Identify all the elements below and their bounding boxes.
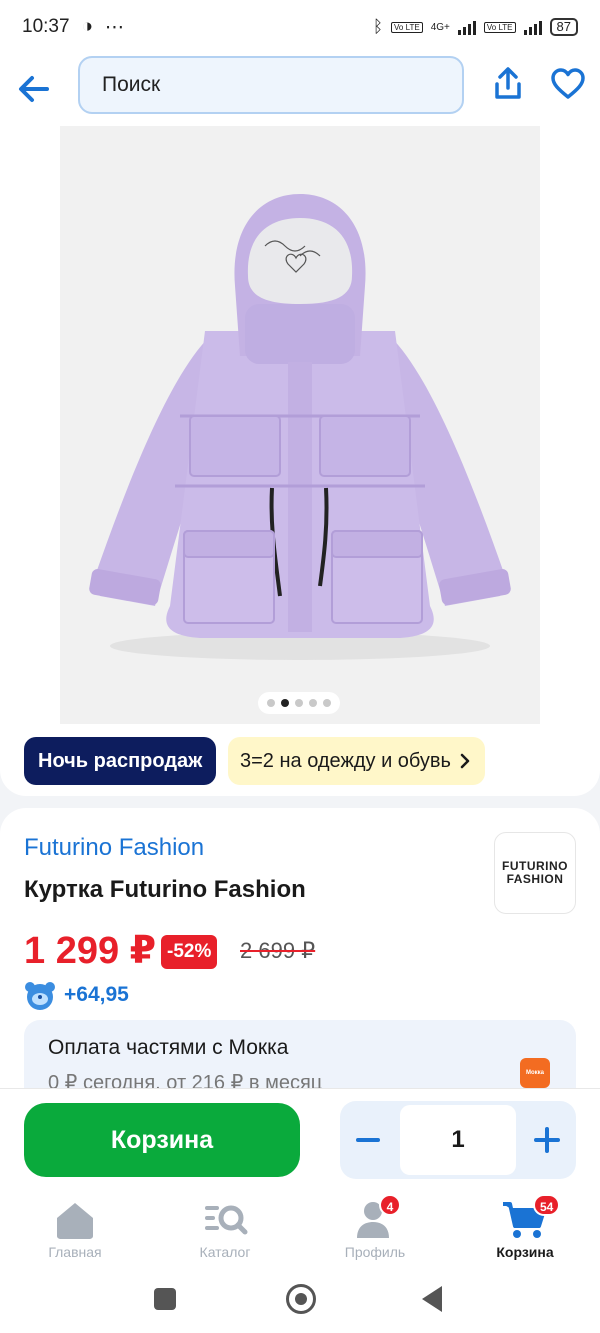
system-navigation-bar: [0, 1270, 600, 1333]
dnd-icon: ◑: [81, 16, 94, 37]
installment-title: Оплата частями с Мокка: [48, 1036, 289, 1059]
back-arrow-icon[interactable]: [14, 69, 54, 109]
quantity-stepper: 1: [340, 1101, 576, 1179]
minus-icon: [356, 1138, 380, 1142]
nav-label-cart: Корзина: [496, 1244, 554, 1260]
add-to-cart-button[interactable]: Корзина: [24, 1103, 300, 1177]
battery-icon: 87: [549, 18, 578, 36]
profile-icon: 4: [351, 1194, 401, 1242]
top-bar: Поиск: [0, 54, 600, 124]
cart-count-badge: 54: [533, 1194, 561, 1216]
old-price: 2 699 ₽: [240, 938, 316, 963]
share-icon[interactable]: [488, 64, 528, 104]
system-back-icon[interactable]: [422, 1286, 442, 1312]
nav-label-profile: Профиль: [344, 1244, 406, 1260]
volte-icon: Vo LTE: [391, 21, 423, 33]
status-time: 10:37: [22, 16, 70, 37]
brand-link[interactable]: Futurino Fashion: [24, 834, 204, 862]
bonus-bear-icon: [24, 980, 56, 1012]
current-price: 1 299 ₽: [24, 930, 157, 972]
mokka-logo-icon: Мокка: [520, 1058, 550, 1088]
gallery-pagination-dots: [258, 692, 340, 714]
brand-logo[interactable]: FUTURINO FASHION: [494, 832, 576, 914]
bluetooth-icon: ᛒ: [372, 17, 384, 36]
bonus-points: +64,95: [64, 983, 129, 1006]
product-title: Куртка Futurino Fashion: [24, 876, 306, 903]
cart-icon: 54: [501, 1194, 561, 1242]
gallery-dot[interactable]: [323, 699, 331, 707]
nav-label-home: Главная: [48, 1244, 102, 1260]
increase-quantity-button[interactable]: [534, 1127, 560, 1153]
plus-icon: [534, 1127, 560, 1153]
brand-logo-line2: FASHION: [506, 872, 564, 886]
decrease-quantity-button[interactable]: [356, 1120, 382, 1160]
product-gallery: Ночь распродаж 3=2 на одежду и обувь: [0, 124, 600, 796]
purchase-action-bar: Корзина 1: [0, 1088, 600, 1190]
gallery-dot[interactable]: [267, 699, 275, 707]
product-info-card: Futurino Fashion Куртка Futurino Fashion…: [0, 808, 600, 1108]
signal-icon-2: [523, 19, 542, 35]
nav-item-cart[interactable]: 54 Корзина: [450, 1190, 600, 1270]
signal-icon: [457, 19, 476, 35]
gallery-dot-active[interactable]: [281, 699, 289, 707]
volte-icon-2: Vo LTE: [483, 21, 516, 33]
network-type: 4G+: [430, 21, 450, 33]
home-button-icon[interactable]: [286, 1284, 316, 1314]
catalog-search-icon: [201, 1198, 249, 1242]
promo-badge-3for2-label: 3=2 на одежду и обувь: [240, 750, 451, 772]
discount-badge: -52%: [161, 935, 218, 969]
profile-notification-badge: 4: [379, 1194, 401, 1216]
search-input[interactable]: Поиск: [78, 56, 464, 114]
favorite-heart-icon[interactable]: [548, 64, 588, 104]
gallery-dot[interactable]: [309, 699, 317, 707]
recent-apps-icon[interactable]: [154, 1288, 176, 1310]
more-notifications-icon: ⋯: [105, 16, 125, 38]
nav-item-profile[interactable]: 4 Профиль: [300, 1190, 450, 1270]
status-bar: 10:37 ◑ ⋯ ᛒ Vo LTE 4G+ Vo LTE 87: [0, 0, 600, 54]
promo-badge-3for2[interactable]: 3=2 на одежду и обувь: [228, 737, 485, 785]
nav-label-catalog: Каталог: [199, 1244, 251, 1260]
product-image-jacket[interactable]: [60, 126, 540, 724]
home-icon: [51, 1198, 99, 1242]
quantity-value[interactable]: 1: [400, 1105, 516, 1175]
promo-badge-sale-night[interactable]: Ночь распродаж: [24, 737, 217, 785]
nav-item-catalog[interactable]: Каталог: [150, 1190, 300, 1270]
product-page: 10:37 ◑ ⋯ ᛒ Vo LTE 4G+ Vo LTE 87 Поиск Н…: [0, 0, 600, 1333]
gallery-dot[interactable]: [295, 699, 303, 707]
bottom-navigation: Главная Каталог 4 Профиль 54 Корзина: [0, 1190, 600, 1270]
nav-item-home[interactable]: Главная: [0, 1190, 150, 1270]
chevron-right-icon: [460, 753, 470, 769]
